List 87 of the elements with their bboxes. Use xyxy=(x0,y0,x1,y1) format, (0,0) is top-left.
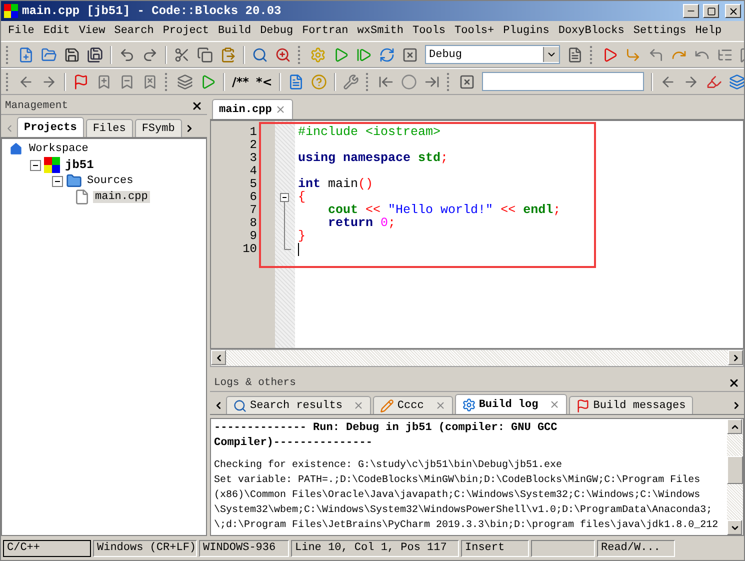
status-field: Windows (CR+LF) xyxy=(93,540,197,556)
tree-item[interactable]: Sources xyxy=(85,175,136,187)
maximize-icon xyxy=(706,6,716,16)
menu-item[interactable]: Build xyxy=(213,25,256,37)
tab[interactable]: Build log xyxy=(454,394,568,414)
status-field: Read/W... xyxy=(597,540,675,556)
log-line: Compiler)--------------- xyxy=(214,436,374,451)
log-line: \;d:\Program Files\JetBrains\PyCharm 2019.3.3\bin;D:\program files\java\jdk1.8.0_212 xyxy=(214,518,720,533)
log-line: Checking for existence: G:\study\c\jb51\bin\Debug\jb51.exe xyxy=(214,458,564,473)
menu-item[interactable]: Help xyxy=(690,25,726,37)
gear-icon xyxy=(462,398,476,412)
code-editor[interactable]: 1 2 3 4 5 6 7 8 9 10 #include <iostream> using namespace std; int main() { cout << "Hello world!" << endl; return 0; } xyxy=(210,120,744,349)
expander-icon[interactable] xyxy=(30,160,41,170)
tree-item[interactable]: jb51 xyxy=(63,158,96,172)
tree-item[interactable]: Workspace xyxy=(27,143,90,155)
editor-tab[interactable]: main.cpp xyxy=(212,99,293,119)
close-icon[interactable] xyxy=(728,376,740,388)
status-cell xyxy=(531,540,595,556)
pencil-icon xyxy=(380,398,394,412)
line-number: 2 xyxy=(248,139,258,152)
tab[interactable]: Files xyxy=(86,119,133,137)
close-button[interactable] xyxy=(725,4,741,18)
horizontal-scrollbar[interactable] xyxy=(210,349,744,367)
expander-icon[interactable] xyxy=(52,176,63,186)
line-number: 3 xyxy=(248,152,258,165)
build-target-select[interactable]: Debug xyxy=(425,45,560,64)
code-line: { xyxy=(298,191,306,204)
code-line: return 0; xyxy=(327,217,396,230)
log-line: (x86)\Common Files\Oracle\Java\javapath;C:\Windows\System32;C:\Windows;C:\Windows xyxy=(214,488,702,503)
vertical-scrollbar[interactable] xyxy=(727,419,743,535)
status-field: WINDOWS-936 xyxy=(199,540,289,556)
menu-item[interactable]: Plugins xyxy=(498,25,554,37)
menu-item[interactable]: File xyxy=(3,25,38,37)
line-number: 9 xyxy=(248,230,258,243)
menu-item[interactable]: Debug xyxy=(255,25,298,37)
line-number: 4 xyxy=(248,165,258,178)
code-line: #include <iostream> xyxy=(298,126,441,139)
search-field[interactable] xyxy=(482,72,644,91)
status-field: C/C++ xyxy=(3,540,91,556)
tree-item[interactable]: main.cpp xyxy=(93,191,150,203)
line-number: 5 xyxy=(248,178,258,191)
flag-icon xyxy=(576,398,590,412)
line-number: 10 xyxy=(242,243,258,256)
code-line: } xyxy=(298,230,306,243)
code-line: cout << "Hello world!" << endl; xyxy=(327,204,561,217)
folder-icon xyxy=(66,173,82,189)
maximize-button[interactable] xyxy=(703,4,719,18)
close-icon[interactable] xyxy=(191,100,203,112)
tab[interactable]: FSymb xyxy=(134,119,182,137)
log-line: Set variable: PATH=.;D:\CodeBlocks\MinGW\bin;D:\CodeBlocks\MinGW;C:\Program Files xyxy=(214,474,702,488)
line-number: 8 xyxy=(248,217,258,230)
project-icon xyxy=(44,157,60,173)
tab[interactable]: Projects xyxy=(17,117,84,137)
doxy-inline-button[interactable]: *< xyxy=(252,70,276,92)
menu-item[interactable]: Edit xyxy=(38,25,74,37)
log-line: -------------- Run: Debug in jb51 (compiler: GNU GCC xyxy=(214,421,558,436)
pane-title: Logs & others xyxy=(214,376,296,388)
tab[interactable]: Search results xyxy=(226,396,372,414)
log-line: \System32\wbem;C:\Windows\System32\WindowsPowerShell\v1.0;D:\ProgramData\Anaconda3; xyxy=(214,504,714,518)
menu-item[interactable]: Project xyxy=(158,25,214,37)
app-logo-icon xyxy=(4,4,18,18)
tab[interactable]: Build messages xyxy=(569,396,693,414)
code-line: using namespace std; xyxy=(298,152,448,165)
tab[interactable]: Cccc xyxy=(373,396,453,414)
close-icon xyxy=(728,6,738,16)
pane-title: Management xyxy=(5,100,68,112)
home-icon xyxy=(8,141,24,157)
window-title: main.cpp [jb51] - Code::Blocks 20.03 xyxy=(22,4,282,18)
status-field: Line 10, Col 1, Pos 117 xyxy=(291,540,459,556)
search-icon xyxy=(233,398,247,412)
menu-item[interactable]: DoxyBlocks xyxy=(553,25,628,37)
code-line: int main() xyxy=(298,178,374,191)
doxy-block-button[interactable]: /** xyxy=(229,70,252,92)
menu-item[interactable]: Tools xyxy=(408,25,450,37)
scrollbar-thumb[interactable] xyxy=(727,456,743,484)
menu-item[interactable]: Search xyxy=(109,25,158,37)
line-number: 1 xyxy=(248,126,258,139)
menu-item[interactable]: Settings xyxy=(628,25,690,37)
minimize-button[interactable] xyxy=(683,4,699,18)
file-icon xyxy=(74,189,90,205)
menu-item[interactable]: Fortran xyxy=(297,25,352,37)
line-number: 6 xyxy=(248,191,258,204)
status-field: Insert xyxy=(461,540,529,556)
menu-item[interactable]: View xyxy=(74,25,110,37)
menu-item[interactable]: Tools+ xyxy=(450,25,498,37)
line-number: 7 xyxy=(248,204,258,217)
menu-item[interactable]: wxSmith xyxy=(352,25,408,37)
